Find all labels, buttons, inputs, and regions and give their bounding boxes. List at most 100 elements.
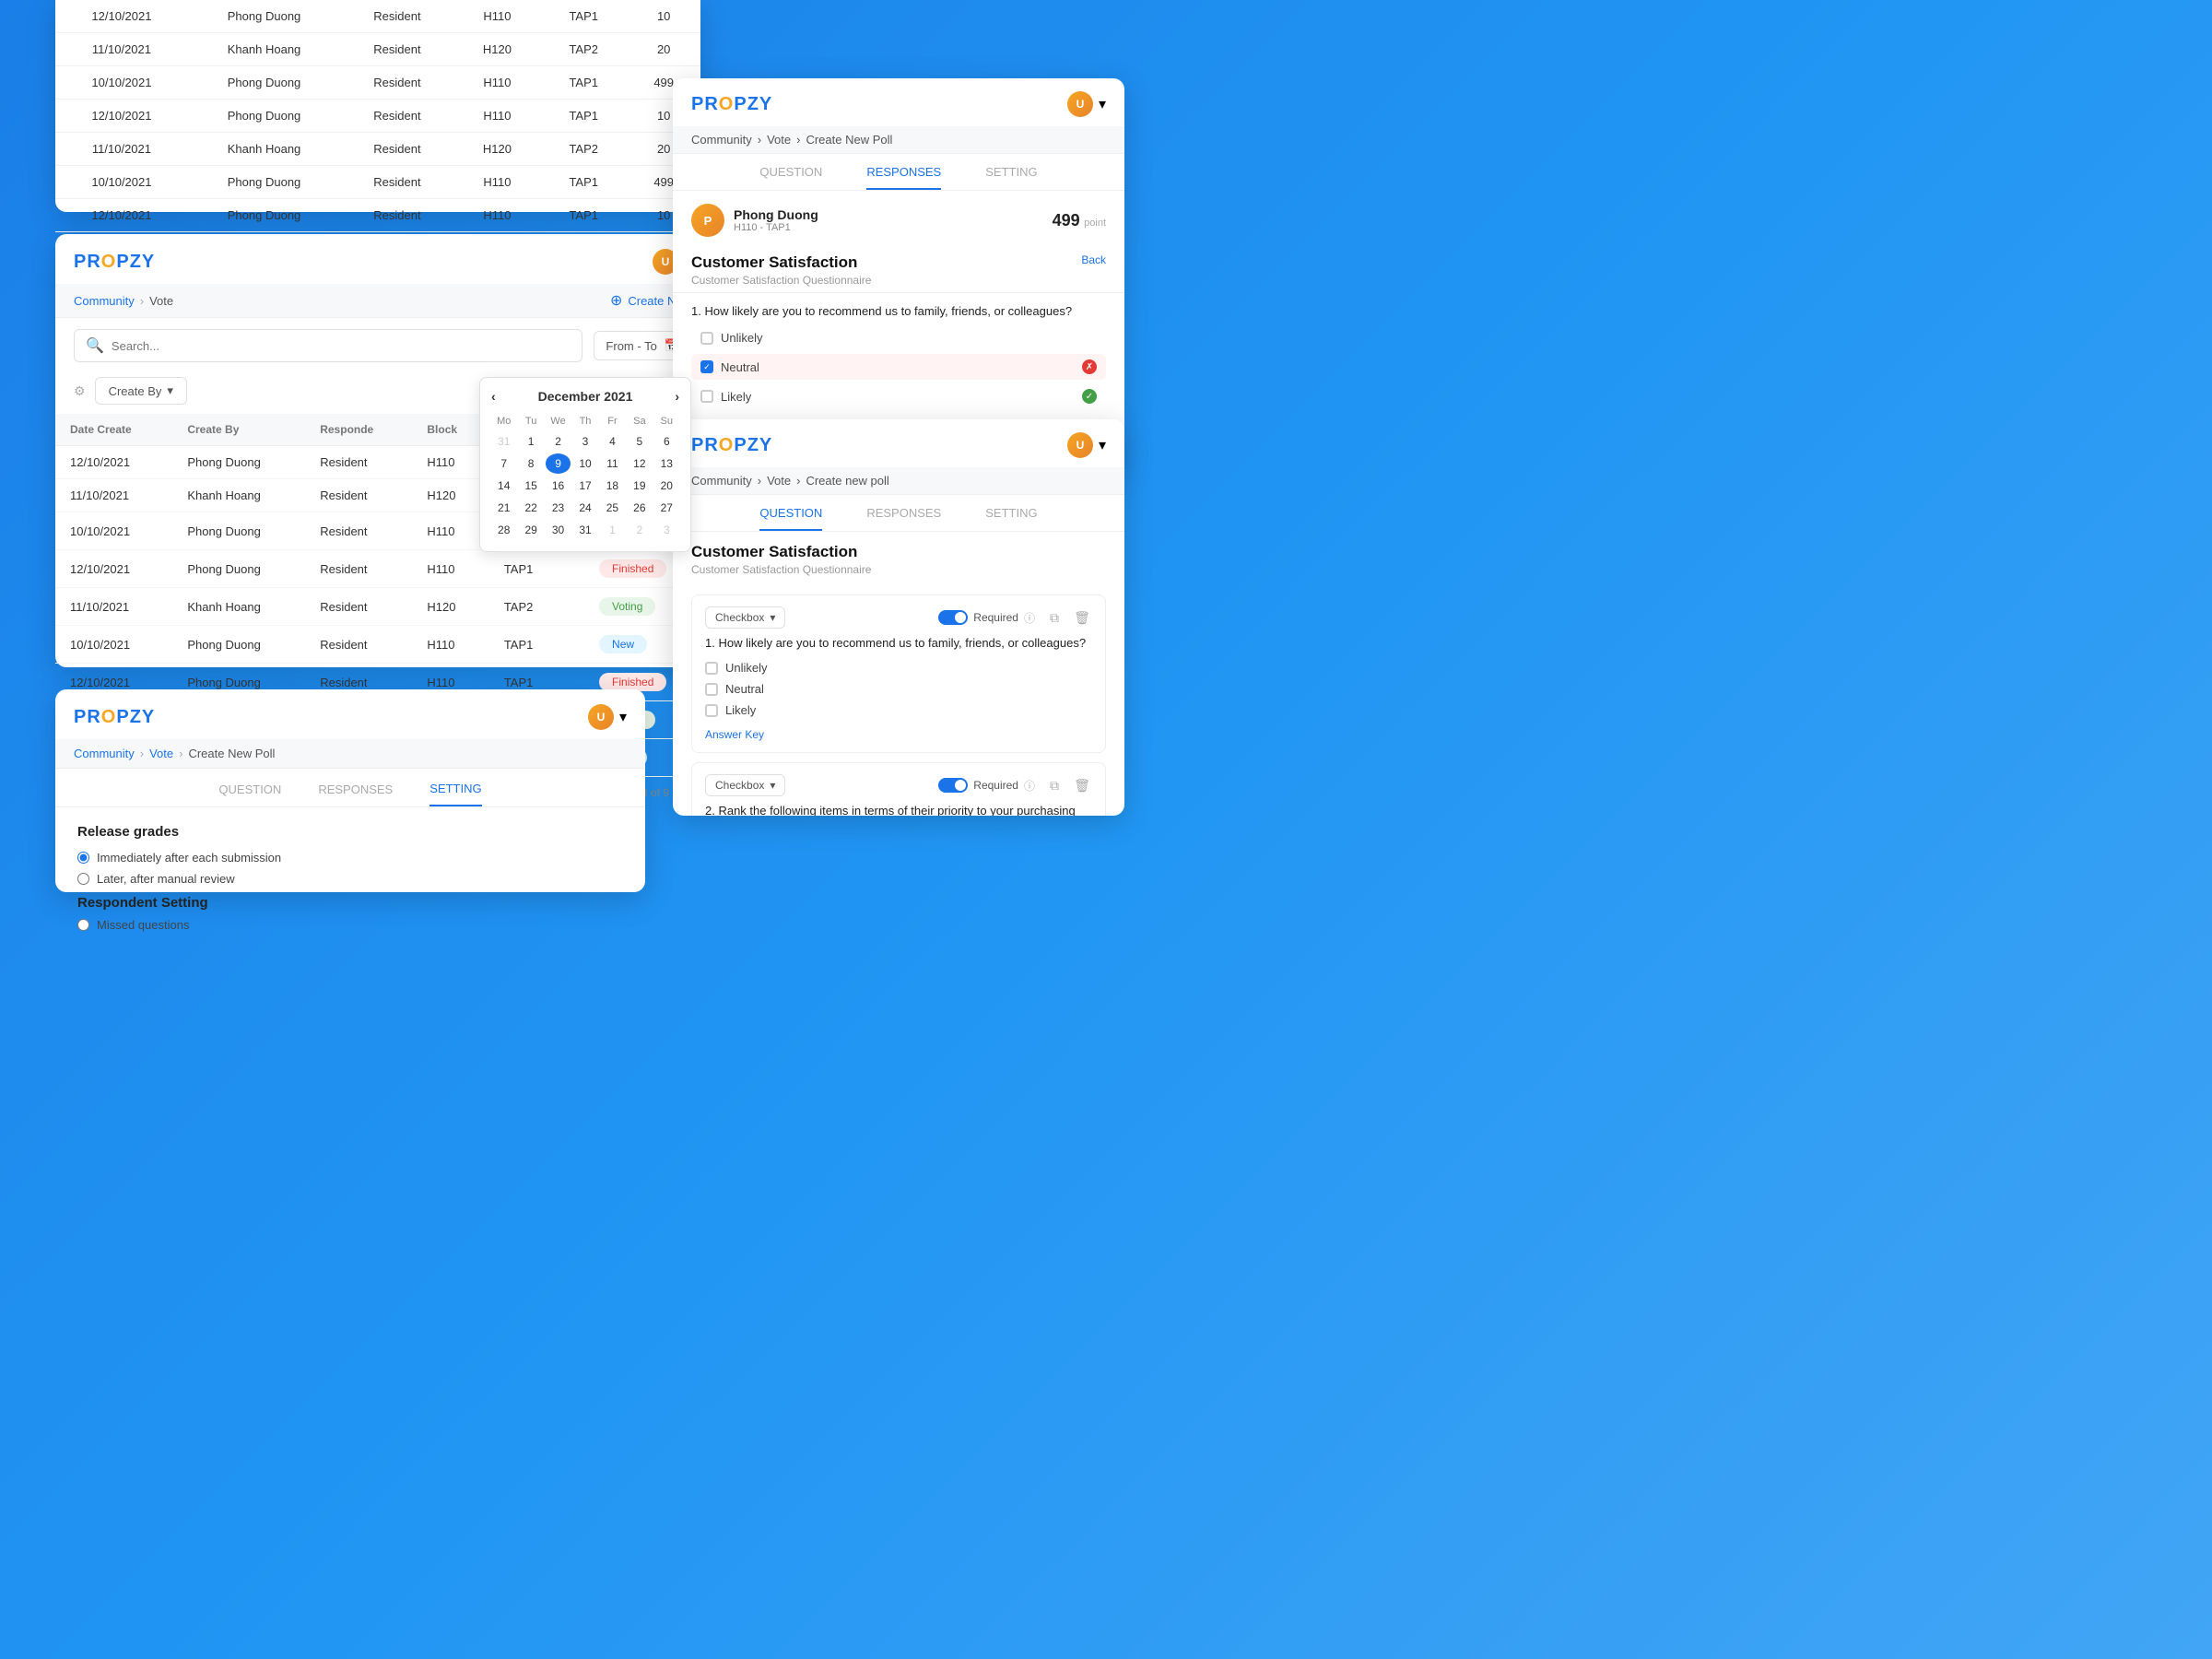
search-input[interactable] <box>112 339 571 353</box>
calendar-day[interactable]: 21 <box>491 498 516 518</box>
radio-missed-input[interactable] <box>77 919 89 931</box>
bc-vote3[interactable]: Vote <box>149 747 173 760</box>
calendar-grid: MoTuWeThFrSaSu31123456789101112131415161… <box>491 413 679 540</box>
tab-responses4[interactable]: RESPONSES <box>866 165 941 190</box>
calendar-day[interactable]: 25 <box>600 498 625 518</box>
radio-later-input[interactable] <box>77 873 89 885</box>
calendar-day[interactable]: 28 <box>491 520 516 540</box>
calendar-day[interactable]: 18 <box>600 476 625 496</box>
tab-setting3[interactable]: SETTING <box>429 782 481 806</box>
calendar-day[interactable]: 2 <box>546 431 571 452</box>
col-responde: Responde <box>305 414 412 446</box>
type-select[interactable]: Checkbox ▾ <box>705 606 785 629</box>
tab-responses5[interactable]: RESPONSES <box>866 506 941 531</box>
table-row[interactable]: 10/10/2021 Phong Duong Resident H110 TAP… <box>55 626 710 664</box>
calendar-day[interactable]: 8 <box>518 453 543 474</box>
breadcrumb4: Community › Vote › Create New Poll <box>673 126 1124 154</box>
required-toggle: Required ⓘ <box>938 610 1035 626</box>
bc-community4[interactable]: Community <box>691 133 752 147</box>
filter-create-by[interactable]: Create By ▾ <box>95 377 187 405</box>
radio-immediately-input[interactable] <box>77 852 89 864</box>
tab-bar5: QUESTION RESPONSES SETTING <box>673 495 1124 532</box>
calendar-day[interactable]: 11 <box>600 453 625 474</box>
back-link[interactable]: Back <box>1081 253 1106 266</box>
calendar-day[interactable]: 31 <box>491 431 516 452</box>
filter-icon: ⚙ <box>74 383 86 399</box>
calendar-day[interactable]: 12 <box>627 453 652 474</box>
next-month-icon[interactable]: › <box>675 389 679 404</box>
bc-community5[interactable]: Community <box>691 474 752 488</box>
calendar-day[interactable]: 29 <box>518 520 543 540</box>
prev-month-icon[interactable]: ‹ <box>491 389 496 404</box>
calendar-day[interactable]: 26 <box>627 498 652 518</box>
chevron-down-icon4: ▾ <box>1099 95 1106 113</box>
tab-responses3[interactable]: RESPONSES <box>318 782 393 806</box>
calendar-day[interactable]: 4 <box>600 431 625 452</box>
calendar-day[interactable]: 30 <box>546 520 571 540</box>
tab-question3[interactable]: QUESTION <box>218 782 281 806</box>
calendar-day[interactable]: 9 <box>546 453 571 474</box>
delete-icon[interactable]: 🗑 <box>1072 775 1092 795</box>
tab-question4[interactable]: QUESTION <box>759 165 822 190</box>
breadcrumb-community[interactable]: Community <box>74 294 135 308</box>
info-icon: ⓘ <box>1024 610 1035 626</box>
table-row[interactable]: 11/10/2021 Khanh Hoang Resident H120 TAP… <box>55 588 710 626</box>
calendar-day[interactable]: 31 <box>572 520 597 540</box>
question-option: Likely <box>705 700 1092 721</box>
calendar-day[interactable]: 24 <box>572 498 597 518</box>
calendar-day[interactable]: 22 <box>518 498 543 518</box>
answer-key-link[interactable]: Answer Key <box>705 728 1092 741</box>
calendar-day[interactable]: 1 <box>518 431 543 452</box>
question-card: Checkbox ▾ Required ⓘ ⧉ 🗑 1. How likely … <box>691 594 1106 753</box>
tab-bar4: QUESTION RESPONSES SETTING <box>673 154 1124 191</box>
avatar3: U <box>588 704 614 730</box>
table-row[interactable]: 12/10/2021 Phong Duong Resident H110 TAP… <box>55 550 710 588</box>
col-createby: Create By <box>172 414 305 446</box>
panel-vote-list: PROPZY U ▾ Community › Vote ⊕ Create New… <box>55 234 710 667</box>
calendar-day[interactable]: 6 <box>654 431 679 452</box>
calendar-day[interactable]: 14 <box>491 476 516 496</box>
type-select[interactable]: Checkbox ▾ <box>705 774 785 796</box>
calendar-day[interactable]: 15 <box>518 476 543 496</box>
bc-vote4[interactable]: Vote <box>767 133 791 147</box>
calendar-day[interactable]: 7 <box>491 453 516 474</box>
calendar-day[interactable]: 23 <box>546 498 571 518</box>
table-row: 12/10/2021 Phong Duong Resident H110 TAP… <box>55 100 700 133</box>
chevron-down-icon3: ▾ <box>619 708 627 726</box>
calendar-day[interactable]: 2 <box>627 520 652 540</box>
toggle-on[interactable] <box>938 778 968 793</box>
panel-responses: PROPZY U ▾ Community › Vote › Create New… <box>673 78 1124 475</box>
status-badge: New <box>599 635 647 653</box>
user-info: Phong Duong H110 - TAP1 <box>734 207 1043 233</box>
calendar-day[interactable]: 27 <box>654 498 679 518</box>
type-label: Checkbox <box>715 779 764 792</box>
toggle-on[interactable] <box>938 610 968 625</box>
table-row: 12/10/2021 Phong Duong Resident H110 TAP… <box>55 199 700 232</box>
tab-setting4[interactable]: SETTING <box>985 165 1037 190</box>
month-label: December 2021 <box>538 389 633 404</box>
calendar-day[interactable]: 3 <box>572 431 597 452</box>
panel-question: PROPZY U ▾ Community › Vote › Create new… <box>673 419 1124 816</box>
copy-icon[interactable]: ⧉ <box>1044 775 1065 795</box>
panel4-header: PROPZY U ▾ <box>673 78 1124 126</box>
delete-icon[interactable]: 🗑 <box>1072 607 1092 628</box>
calendar-day[interactable]: 13 <box>654 453 679 474</box>
calendar-day[interactable]: 5 <box>627 431 652 452</box>
calendar-day[interactable]: 3 <box>654 520 679 540</box>
bc-community3[interactable]: Community <box>74 747 135 760</box>
survey-title-section: Customer Satisfaction Customer Satisfact… <box>673 244 1124 293</box>
option-row: Likely ✓ <box>691 383 1106 409</box>
calendar-day[interactable]: 16 <box>546 476 571 496</box>
calendar-day[interactable]: 20 <box>654 476 679 496</box>
calendar-day[interactable]: 19 <box>627 476 652 496</box>
calendar-day[interactable]: 10 <box>572 453 597 474</box>
bc-vote5[interactable]: Vote <box>767 474 791 488</box>
panel5-header: PROPZY U ▾ <box>673 419 1124 467</box>
copy-icon[interactable]: ⧉ <box>1044 607 1065 628</box>
table-row: 11/10/2021 Khanh Hoang Resident H120 TAP… <box>55 33 700 66</box>
calendar-day[interactable]: 17 <box>572 476 597 496</box>
calendar-day[interactable]: 1 <box>600 520 625 540</box>
tab-setting5[interactable]: SETTING <box>985 506 1037 531</box>
survey-subtitle: Customer Satisfaction Questionnaire <box>691 274 871 287</box>
tab-question5[interactable]: QUESTION <box>759 506 822 531</box>
